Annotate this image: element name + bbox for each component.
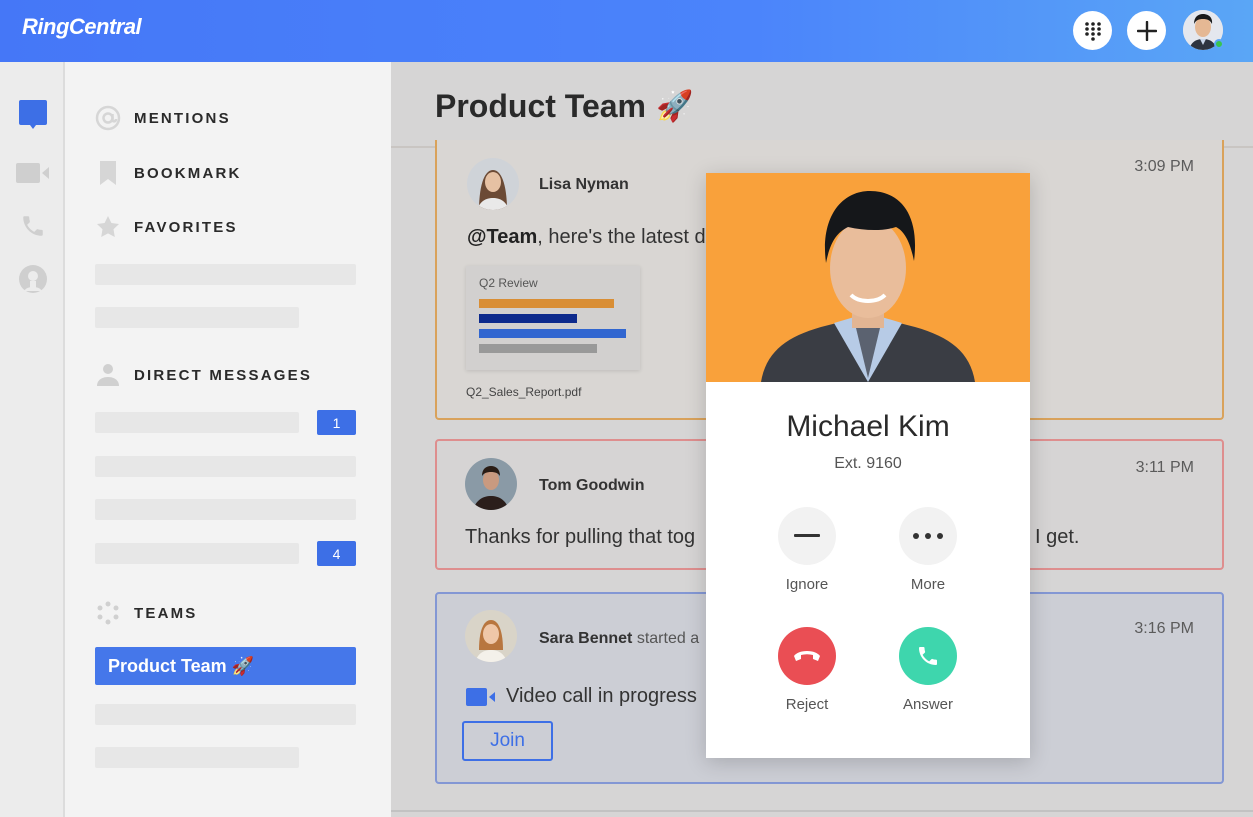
unread-badge[interactable]: 4 — [317, 541, 356, 566]
at-sign-icon — [95, 105, 121, 131]
avatar-sara-bennet[interactable] — [465, 610, 517, 662]
video-call-status: Video call in progress — [466, 685, 697, 708]
ignore-button[interactable]: Ignore — [767, 507, 847, 593]
favorite-placeholder[interactable] — [95, 264, 356, 285]
dialpad-button[interactable] — [1073, 11, 1112, 50]
dialpad-icon — [1084, 21, 1101, 41]
message-text-continued: I get. — [1035, 526, 1080, 548]
dm-placeholder[interactable] — [95, 456, 356, 477]
caller-name: Michael Kim — [786, 410, 950, 443]
more-label: More — [910, 576, 946, 593]
attachment-preview[interactable]: Q2 Review — [466, 266, 640, 370]
answer-button[interactable]: Answer — [888, 627, 968, 713]
conversation-title: Product Team 🚀 — [435, 88, 693, 125]
conversation-title-text: Product Team — [435, 88, 646, 124]
message-time: 3:09 PM — [1134, 158, 1194, 175]
message-sender[interactable]: Tom Goodwin — [539, 477, 644, 495]
user-avatar-button[interactable] — [1183, 10, 1224, 50]
teams-icon — [95, 600, 121, 626]
nav-teams[interactable]: TEAMS — [95, 598, 198, 628]
dm-placeholder[interactable] — [95, 412, 299, 433]
message-time: 3:11 PM — [1135, 459, 1194, 476]
more-button[interactable]: More — [888, 507, 968, 593]
ignore-label: Ignore — [785, 576, 829, 593]
incoming-call-dialog: Michael Kim Ext. 9160 Ignore More Reject… — [706, 173, 1030, 758]
nav-teams-label: TEAMS — [134, 604, 198, 622]
join-call-button[interactable]: Join — [462, 721, 553, 761]
message-sender: Sara Bennet started a — [539, 630, 700, 647]
minus-icon — [794, 534, 820, 537]
nav-favorites[interactable]: FAVORITES — [95, 212, 238, 242]
rail-phone[interactable] — [16, 209, 50, 243]
phone-answer-icon — [919, 647, 937, 665]
message-sender[interactable]: Lisa Nyman — [539, 176, 629, 194]
more-dots-icon — [913, 533, 943, 539]
footer-divider — [391, 810, 1253, 812]
video-camera-icon — [466, 687, 495, 706]
ringcentral-logo[interactable]: RingCentral — [22, 14, 142, 40]
team-placeholder[interactable] — [95, 704, 356, 725]
app-rail — [0, 62, 65, 817]
attachment-bar — [479, 344, 597, 353]
presence-indicator — [1214, 39, 1224, 49]
message-text: @Team, here's the latest d — [467, 226, 706, 248]
reject-label: Reject — [785, 696, 829, 713]
new-action-button[interactable] — [1127, 11, 1166, 50]
contact-icon — [19, 265, 47, 293]
top-bar: RingCentral — [0, 0, 1253, 62]
nav-favorites-label: FAVORITES — [134, 218, 238, 236]
rocket-icon: 🚀 — [656, 90, 694, 123]
rail-messages[interactable] — [16, 98, 50, 132]
avatar-lisa-nyman[interactable] — [467, 158, 519, 210]
nav-direct-messages[interactable]: DIRECT MESSAGES — [95, 360, 312, 390]
plus-icon — [1136, 20, 1157, 41]
nav-bookmark[interactable]: BOOKMARK — [95, 158, 242, 188]
favorite-placeholder[interactable] — [95, 307, 299, 328]
chat-bubble-icon — [19, 100, 47, 129]
video-camera-icon — [16, 163, 49, 183]
attachment-filename[interactable]: Q2_Sales_Report.pdf — [466, 385, 581, 399]
attachment-title: Q2 Review — [479, 276, 538, 290]
navigation-panel: MENTIONS BOOKMARK FAVORITES DIRECT MESSA… — [65, 62, 391, 817]
dm-placeholder[interactable] — [95, 499, 356, 520]
caller-extension: Ext. 9160 — [834, 455, 902, 472]
nav-bookmark-label: BOOKMARK — [134, 164, 242, 182]
caller-photo — [706, 173, 1030, 382]
bookmark-icon — [95, 160, 121, 186]
rail-contacts[interactable] — [16, 262, 50, 296]
reject-button[interactable]: Reject — [767, 627, 847, 713]
avatar-tom-goodwin[interactable] — [465, 458, 517, 510]
unread-badge[interactable]: 1 — [317, 410, 356, 435]
sender-name[interactable]: Sara Bennet — [539, 630, 632, 647]
video-call-text: Video call in progress — [506, 685, 697, 707]
mention-tag[interactable]: @Team — [467, 226, 537, 248]
nav-mentions[interactable]: MENTIONS — [95, 103, 231, 133]
team-placeholder[interactable] — [95, 747, 299, 768]
star-icon — [95, 214, 121, 240]
attachment-bar — [479, 329, 626, 338]
answer-label: Answer — [902, 696, 954, 713]
message-time: 3:16 PM — [1134, 620, 1194, 637]
phone-icon — [23, 216, 43, 236]
team-item-product-team[interactable]: Product Team 🚀 — [95, 647, 356, 685]
nav-direct-messages-label: DIRECT MESSAGES — [134, 366, 313, 384]
nav-mentions-label: MENTIONS — [134, 109, 231, 127]
person-icon — [95, 362, 121, 388]
attachment-bar — [479, 314, 577, 323]
hang-up-icon — [794, 651, 820, 661]
dm-placeholder[interactable] — [95, 543, 299, 564]
message-text: Thanks for pulling that tog — [465, 526, 696, 548]
attachment-bar — [479, 299, 614, 308]
rail-video[interactable] — [16, 156, 50, 190]
